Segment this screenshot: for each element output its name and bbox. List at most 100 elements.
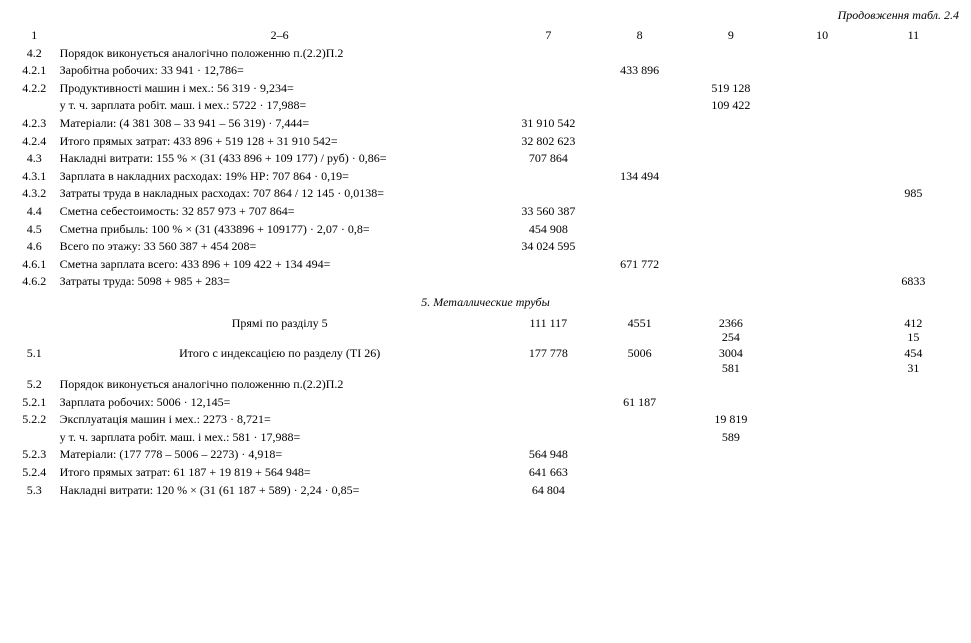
cell-c10 xyxy=(776,446,867,464)
table-row: 4.4Сметна себестоимость: 32 857 973 + 70… xyxy=(12,203,959,221)
cell-c2: Сметна прибыль: 100 % × (31 (433896 + 10… xyxy=(57,221,503,239)
cell-c7 xyxy=(503,185,594,203)
cell-c9 xyxy=(685,168,776,186)
cell-c1: 5.2 xyxy=(12,376,57,394)
cell-c11 xyxy=(868,256,959,274)
cell-c2: Итого с индексацією по разделу (ТІ 26) xyxy=(57,345,503,376)
table-row: 4.2.4Итого прямых затрат: 433 896 + 519 … xyxy=(12,133,959,151)
cell-c9 xyxy=(685,446,776,464)
cell-c11 xyxy=(868,150,959,168)
cell-c9 xyxy=(685,185,776,203)
cell-c9: 589 xyxy=(685,429,776,447)
col-10: 10 xyxy=(776,27,867,45)
cell-c8 xyxy=(594,464,685,482)
cell-c2: Затраты труда: 5098 + 985 + 283= xyxy=(57,273,503,291)
table-row: 5.3Накладні витрати: 120 % × (31 (61 187… xyxy=(12,482,959,500)
cell-c10 xyxy=(776,482,867,500)
cell-c10 xyxy=(776,315,867,346)
cell-c2: Порядок виконується аналогічно положенню… xyxy=(57,45,503,63)
cell-c7 xyxy=(503,45,594,63)
cell-c8 xyxy=(594,80,685,98)
cell-c1: 4.6.2 xyxy=(12,273,57,291)
cell-c9: 3004581 xyxy=(685,345,776,376)
cell-c8 xyxy=(594,133,685,151)
cell-c11 xyxy=(868,221,959,239)
table-row: 4.6.2Затраты труда: 5098 + 985 + 283= 683… xyxy=(12,273,959,291)
cell-c7: 64 804 xyxy=(503,482,594,500)
table-row: 4.5Сметна прибыль: 100 % × (31 (433896 +… xyxy=(12,221,959,239)
cell-c1 xyxy=(12,315,57,346)
cell-c11 xyxy=(868,411,959,429)
cell-c1: 4.2.4 xyxy=(12,133,57,151)
cell-c9 xyxy=(685,256,776,274)
cell-c8 xyxy=(594,150,685,168)
cell-c10 xyxy=(776,115,867,133)
cell-c8 xyxy=(594,446,685,464)
cell-c2: Накладні витрати: 120 % × (31 (61 187 + … xyxy=(57,482,503,500)
cell-c1: 5.1 xyxy=(12,345,57,376)
cell-c2: Итого прямых затрат: 61 187 + 19 819 + 5… xyxy=(57,464,503,482)
cell-c8 xyxy=(594,203,685,221)
cell-c11: 6833 xyxy=(868,273,959,291)
table-row: 4.3.1Зарплата в накладних расходах: 19% … xyxy=(12,168,959,186)
col-2-6: 2–6 xyxy=(57,27,503,45)
cell-c7 xyxy=(503,80,594,98)
cell-c11: 41215 xyxy=(868,315,959,346)
cell-c1: 4.2.2 xyxy=(12,80,57,98)
cell-c7 xyxy=(503,168,594,186)
cell-c7 xyxy=(503,62,594,80)
table-row: 5.2Порядок виконується аналогічно положе… xyxy=(12,376,959,394)
cell-c10 xyxy=(776,411,867,429)
cell-c1: 4.6 xyxy=(12,238,57,256)
cell-c1: 5.2.2 xyxy=(12,411,57,429)
col-11: 11 xyxy=(868,27,959,45)
cell-c11 xyxy=(868,97,959,115)
cell-c7: 33 560 387 xyxy=(503,203,594,221)
table-row: 4.3Накладні витрати: 155 % × (31 (433 89… xyxy=(12,150,959,168)
cell-c10 xyxy=(776,256,867,274)
cell-c1: 4.2.3 xyxy=(12,115,57,133)
cell-c7: 111 117 xyxy=(503,315,594,346)
cell-c8 xyxy=(594,221,685,239)
table-row: 5.2.2Эксплуатація машин і мех.: 2273 · 8… xyxy=(12,411,959,429)
cell-c10 xyxy=(776,80,867,98)
cell-c7: 31 910 542 xyxy=(503,115,594,133)
cell-c8: 134 494 xyxy=(594,168,685,186)
cell-c1 xyxy=(12,97,57,115)
cell-c11 xyxy=(868,429,959,447)
table-row: 4.2Порядок виконується аналогічно положе… xyxy=(12,45,959,63)
cell-c11 xyxy=(868,464,959,482)
cell-c9 xyxy=(685,376,776,394)
cell-c7 xyxy=(503,411,594,429)
cell-c8 xyxy=(594,273,685,291)
cell-c8: 433 896 xyxy=(594,62,685,80)
table-row: 4.3.2Затраты труда в накладных расходах:… xyxy=(12,185,959,203)
cell-c11 xyxy=(868,168,959,186)
cell-c7: 564 948 xyxy=(503,446,594,464)
cell-c2: Эксплуатація машин і мех.: 2273 · 8,721= xyxy=(57,411,503,429)
cell-c11 xyxy=(868,203,959,221)
cell-c11 xyxy=(868,80,959,98)
cell-c2: Зарплата в накладних расходах: 19% НР: 7… xyxy=(57,168,503,186)
col-9: 9 xyxy=(685,27,776,45)
table-row: у т. ч. зарплата робіт. маш. і мех.: 572… xyxy=(12,97,959,115)
cell-c9: 109 422 xyxy=(685,97,776,115)
cell-c11 xyxy=(868,238,959,256)
table-row: 5.2.4Итого прямых затрат: 61 187 + 19 81… xyxy=(12,464,959,482)
header-row: 1 2–6 7 8 9 10 11 xyxy=(12,27,959,45)
cell-c2: Всего по этажу: 33 560 387 + 454 208= xyxy=(57,238,503,256)
table-row: 5.2.3Матеріали: (177 778 – 5006 – 2273) … xyxy=(12,446,959,464)
cell-c1: 5.2.4 xyxy=(12,464,57,482)
cell-c2: у т. ч. зарплата робіт. маш. і мех.: 581… xyxy=(57,429,503,447)
cell-c8 xyxy=(594,45,685,63)
cell-c10 xyxy=(776,221,867,239)
cell-c8 xyxy=(594,411,685,429)
cell-c7 xyxy=(503,376,594,394)
cell-c10 xyxy=(776,168,867,186)
cell-c8 xyxy=(594,376,685,394)
cell-c1: 4.3.1 xyxy=(12,168,57,186)
cell-c11 xyxy=(868,115,959,133)
cell-c2: Итого прямых затрат: 433 896 + 519 128 +… xyxy=(57,133,503,151)
table-row: 5.1Итого с индексацією по разделу (ТІ 26… xyxy=(12,345,959,376)
cell-c9 xyxy=(685,482,776,500)
